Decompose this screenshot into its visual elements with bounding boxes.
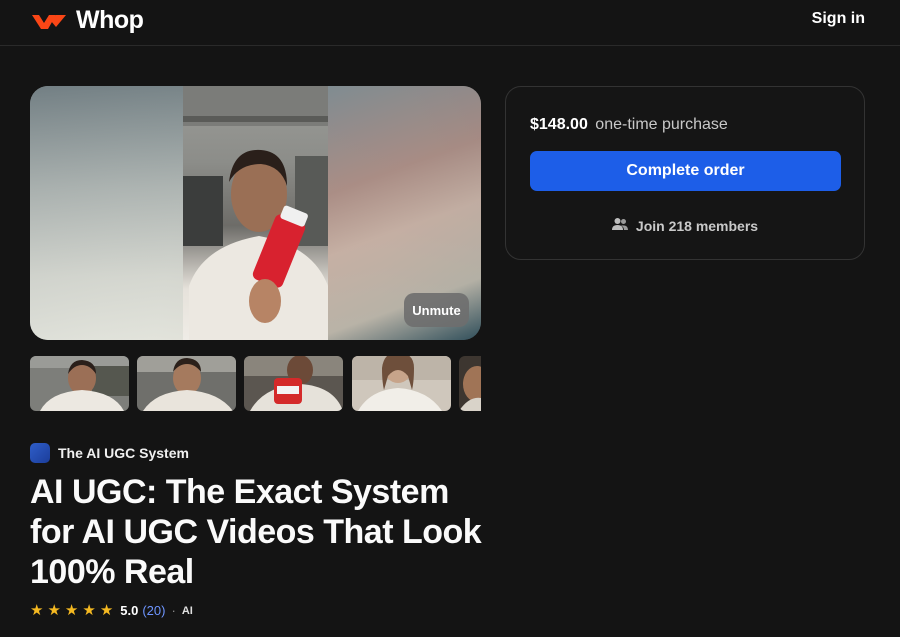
category-tag: AI (181, 604, 193, 617)
brand-name: Whop (76, 6, 144, 34)
creator-avatar (30, 443, 50, 463)
video-blur-left (30, 86, 183, 340)
star-icon: ★ (47, 602, 61, 619)
thumbnail-3[interactable] (244, 356, 343, 411)
star-icon: ★ (30, 602, 44, 619)
rating-separator: · (171, 603, 176, 618)
star-icon: ★ (82, 602, 96, 619)
star-icon: ★ (64, 602, 79, 619)
product-title: AI UGC: The Exact System for AI UGC Vide… (30, 473, 482, 591)
product-video[interactable]: Unmute (30, 86, 481, 340)
video-person-illustration (183, 86, 328, 340)
members-label: Join 218 members (635, 217, 759, 234)
rating-count-link[interactable]: (20) (142, 603, 165, 618)
members-info: Join 218 members (506, 217, 864, 234)
video-frame (183, 86, 328, 340)
complete-order-button[interactable]: Complete order (530, 151, 841, 191)
checkout-card: $148.00 one-time purchase Complete order… (505, 86, 865, 260)
top-bar: Whop Sign in (0, 0, 900, 46)
whop-logo-icon (30, 9, 68, 33)
media-thumbnails (30, 356, 481, 411)
star-icon: ★ (99, 602, 114, 619)
sign-in-link[interactable]: Sign in (812, 10, 865, 28)
thumbnail-2[interactable] (137, 356, 236, 411)
price: $148.00 (530, 116, 588, 133)
thumbnail-4[interactable] (352, 356, 451, 411)
price-row: $148.00 one-time purchase (530, 116, 728, 134)
creator-name: The AI UGC System (58, 445, 189, 461)
rating-score: 5.0 (120, 603, 139, 618)
creator[interactable]: The AI UGC System (30, 443, 189, 463)
rating-row[interactable]: ★ ★ ★ ★ ★ 5.0 (20) · AI (30, 603, 193, 618)
unmute-button[interactable]: Unmute (404, 293, 469, 327)
thumbnail-5[interactable] (459, 356, 481, 411)
price-note: one-time purchase (595, 116, 728, 133)
users-icon (611, 217, 628, 234)
whop-logo[interactable]: Whop (30, 6, 144, 35)
thumbnail-1[interactable] (30, 356, 129, 411)
